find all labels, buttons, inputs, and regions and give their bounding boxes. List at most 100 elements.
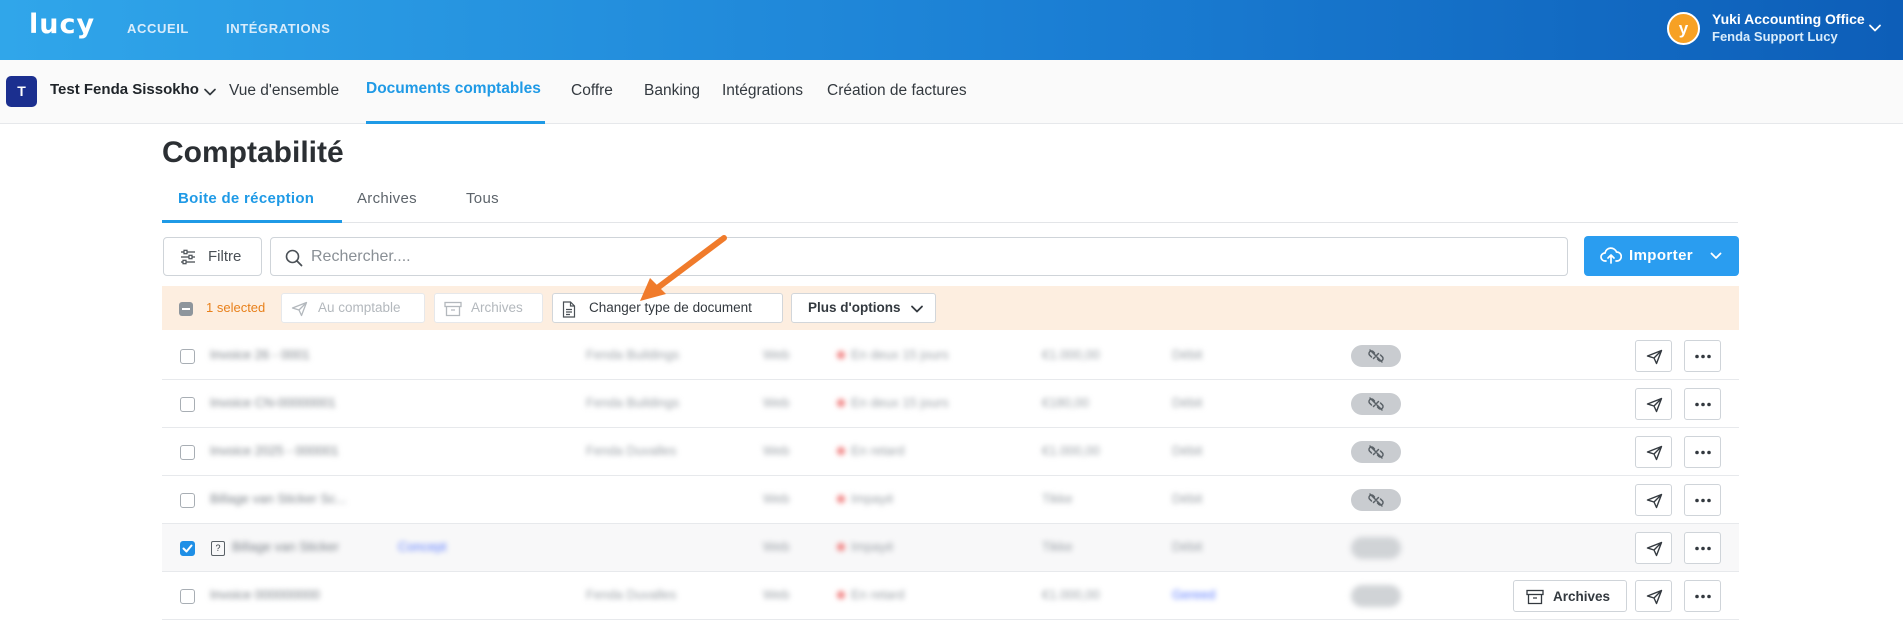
amount: Tikke — [1042, 491, 1073, 506]
search-box[interactable] — [270, 237, 1568, 276]
row-send-button[interactable] — [1635, 532, 1672, 564]
payment-status: Impayé — [837, 539, 894, 554]
supplier-name: Fenda Duvalles — [586, 587, 677, 602]
amount: €180,00 — [1042, 395, 1089, 410]
row-more-button[interactable] — [1684, 436, 1721, 468]
payment-status: Impayé — [837, 491, 894, 506]
table-row[interactable]: Billage van Sticker Sc... Web Impayé Tikke D… — [162, 476, 1739, 524]
nav-accueil[interactable]: ACCUEIL — [127, 21, 189, 36]
send-to-accountant-button[interactable]: Au comptable — [281, 293, 425, 323]
table-row[interactable]: ? Billage van Sticker Concept Web Impayé Tikk… — [162, 524, 1739, 572]
status-dot-icon — [837, 351, 845, 359]
filter-button[interactable]: Filtre — [163, 237, 262, 276]
row-checkbox[interactable] — [180, 589, 195, 604]
row-checkbox[interactable] — [180, 493, 195, 508]
document-name[interactable]: Invoice CN-00000001 — [210, 395, 336, 410]
subnav-banking[interactable]: Banking — [644, 82, 700, 100]
row-checkbox[interactable] — [180, 445, 195, 460]
link-status-pill[interactable] — [1351, 441, 1401, 463]
link-status-pill[interactable] — [1351, 393, 1401, 415]
row-send-button[interactable] — [1635, 484, 1672, 516]
status-dot-icon — [837, 495, 845, 503]
row-more-button[interactable] — [1684, 388, 1721, 420]
client-name[interactable]: Test Fenda Sissokho — [50, 81, 199, 98]
document-source: Web — [763, 395, 790, 410]
filter-label: Filtre — [208, 248, 242, 265]
document-name[interactable]: Invoice 26 - 0001 — [210, 347, 310, 362]
selection-count: 1 selected — [206, 300, 266, 315]
link-status-pill[interactable] — [1351, 585, 1401, 607]
chevron-down-icon[interactable] — [202, 84, 218, 100]
row-more-button[interactable] — [1684, 484, 1721, 516]
sliders-icon — [181, 249, 195, 265]
row-archive-button[interactable]: Archives — [1513, 580, 1627, 612]
tab-tous[interactable]: Tous — [466, 190, 499, 207]
more-options-button[interactable]: Plus d'options — [791, 293, 936, 323]
org-avatar[interactable]: y — [1667, 12, 1700, 45]
payment-status: En retard — [837, 587, 904, 602]
search-input[interactable] — [311, 246, 1551, 268]
lucy-logo[interactable]: lucy — [29, 9, 95, 40]
unlink-icon — [1368, 445, 1384, 459]
send-icon — [1646, 445, 1663, 461]
more-horizontal-icon — [1695, 402, 1711, 407]
link-status-pill[interactable] — [1351, 489, 1401, 511]
subnav-coffre[interactable]: Coffre — [571, 82, 613, 100]
select-all-checkbox[interactable] — [179, 302, 193, 316]
row-more-button[interactable] — [1684, 340, 1721, 372]
payment-status-label: Impayé — [851, 491, 894, 506]
payment-status: En deux 15 jours — [837, 347, 949, 362]
send-icon — [1646, 541, 1663, 557]
document-name[interactable]: Billage van Sticker — [232, 539, 339, 554]
document-name[interactable]: Invoice 000000000 — [210, 587, 320, 602]
subnav-vue-ensemble[interactable]: Vue d'ensemble — [229, 82, 339, 100]
table-row[interactable]: Invoice CN-00000001 Fenda Buildings Web En … — [162, 380, 1739, 428]
subnav-creation-factures[interactable]: Création de factures — [827, 82, 967, 100]
org-name[interactable]: Yuki Accounting Office — [1712, 11, 1865, 27]
archive-label: Archives — [471, 300, 523, 315]
send-icon — [1646, 589, 1663, 605]
row-send-button[interactable] — [1635, 580, 1672, 612]
archive-icon — [1526, 589, 1544, 605]
row-checkbox[interactable] — [180, 541, 195, 556]
row-checkbox[interactable] — [180, 349, 195, 364]
row-checkbox[interactable] — [180, 397, 195, 412]
subnav-integrations[interactable]: Intégrations — [722, 82, 803, 100]
row-send-button[interactable] — [1635, 388, 1672, 420]
cloud-upload-icon — [1600, 247, 1622, 264]
table-row[interactable]: Invoice 2025 - 000001 Fenda Duvalles Web En… — [162, 428, 1739, 476]
link-status-pill[interactable] — [1351, 345, 1401, 367]
payment-status: En deux 15 jours — [837, 395, 949, 410]
send-icon — [1646, 493, 1663, 509]
annotation-arrow-icon — [640, 235, 727, 301]
document-name[interactable]: Invoice 2025 - 000001 — [210, 443, 339, 458]
chevron-down-icon[interactable] — [1867, 20, 1883, 36]
payment-status-label: En deux 15 jours — [851, 347, 949, 362]
row-more-button[interactable] — [1684, 580, 1721, 612]
page-title: Comptabilité — [162, 136, 344, 169]
active-tab-indicator — [162, 220, 342, 223]
row-send-button[interactable] — [1635, 436, 1672, 468]
table-row[interactable]: Invoice 26 - 0001 Fenda Buildings Web En de… — [162, 332, 1739, 380]
archive-button[interactable]: Archives — [434, 293, 543, 323]
table-row[interactable]: Invoice 000000000 Fenda Duvalles Web En ret… — [162, 572, 1739, 620]
document-name[interactable]: Billage van Sticker Sc... — [210, 491, 347, 506]
nav-integrations[interactable]: INTÉGRATIONS — [226, 21, 330, 36]
org-user-name[interactable]: Fenda Support Lucy — [1712, 29, 1838, 44]
client-avatar[interactable]: T — [6, 76, 37, 107]
payment-status-label: En retard — [851, 587, 905, 602]
document-source: Web — [763, 491, 790, 506]
import-button[interactable]: Importer — [1584, 236, 1739, 276]
tab-boite-reception[interactable]: Boite de réception — [178, 190, 314, 207]
row-send-button[interactable] — [1635, 340, 1672, 372]
document-state: Gereed — [1172, 587, 1216, 602]
link-status-pill[interactable] — [1351, 537, 1401, 559]
subnav-documents-comptables[interactable]: Documents comptables — [366, 80, 541, 98]
status-dot-icon — [837, 447, 845, 455]
tab-archives[interactable]: Archives — [357, 190, 417, 207]
amount: €1.000,00 — [1042, 347, 1100, 362]
send-to-accountant-label: Au comptable — [318, 300, 401, 315]
active-nav-indicator — [366, 121, 545, 124]
document-source: Web — [763, 347, 790, 362]
row-more-button[interactable] — [1684, 532, 1721, 564]
